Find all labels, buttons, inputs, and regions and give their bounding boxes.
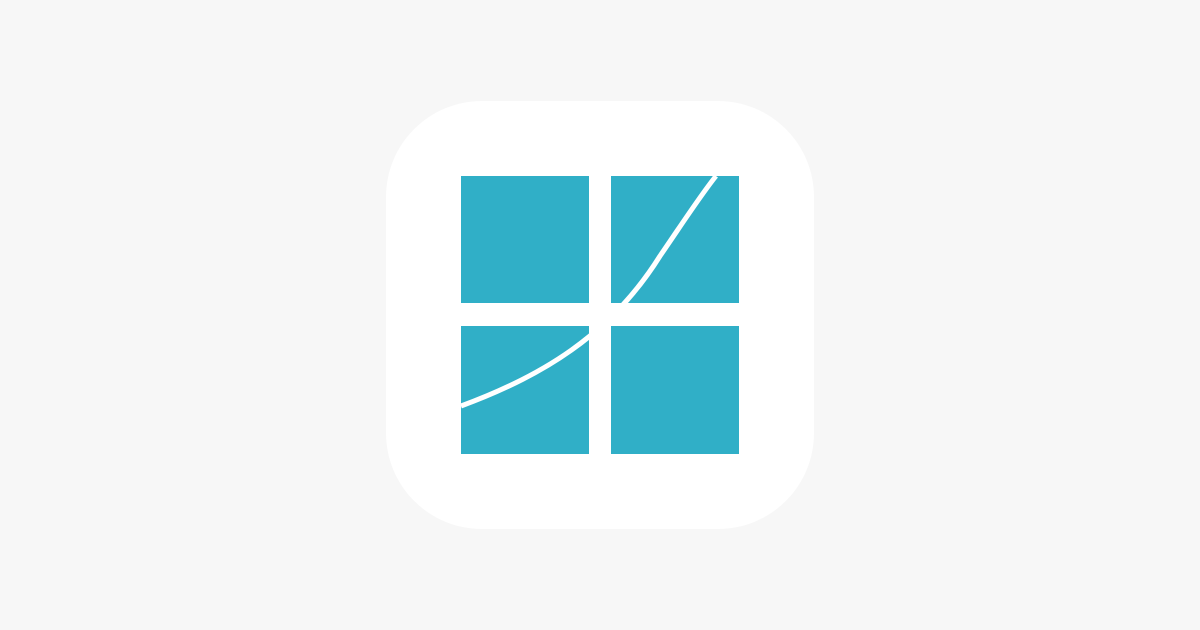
grid-square-top-right [611,176,739,303]
grid-squares [461,176,739,454]
grid-square-top-left [461,176,589,303]
grid-square-bottom-left [461,326,589,454]
page: { "colors": { "background": "#f7f7f7", "… [0,0,1200,630]
grid-square-bottom-right [611,326,739,454]
grid-curve-app-icon [460,174,739,454]
